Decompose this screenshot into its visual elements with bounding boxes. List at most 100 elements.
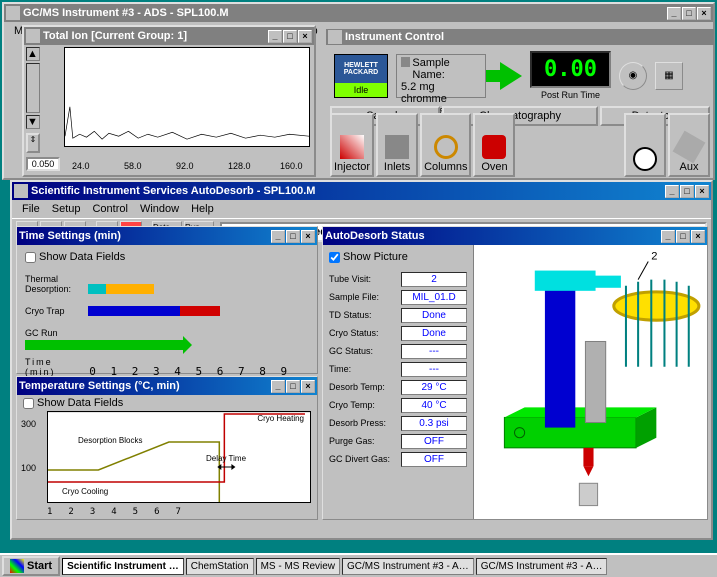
show-data-fields-label: Show Data Fields <box>39 251 125 263</box>
bar-td-1 <box>88 284 106 294</box>
maximize-button[interactable]: □ <box>283 30 297 43</box>
menu-file[interactable]: File <box>16 201 46 217</box>
temp-plot[interactable]: Desorption Blocks Cryo Cooling Cryo Heat… <box>47 411 311 503</box>
inlets-button[interactable]: Inlets <box>376 113 418 177</box>
menu-window[interactable]: Window <box>134 201 185 217</box>
sis-menubar: File Setup Control Window Help <box>12 200 711 218</box>
show-data-fields-label: Show Data Fields <box>37 397 123 409</box>
ms-button[interactable]: ▦ <box>655 62 683 90</box>
task-3[interactable]: GC/MS Instrument #3 - A… <box>342 558 474 575</box>
inlets-label: Inlets <box>384 161 410 173</box>
oven-button[interactable]: Oven <box>473 113 515 177</box>
ytick-300: 300 <box>21 419 36 429</box>
injector-label: Injector <box>334 161 370 173</box>
minimize-button[interactable]: _ <box>665 185 679 198</box>
show-data-fields-checkbox[interactable]: Show Data Fields <box>25 251 125 263</box>
row-label-1: Cryo Trap <box>25 306 85 316</box>
hp-idle-status: Idle <box>335 83 387 97</box>
gcms-titlebar[interactable]: GC/MS Instrument #3 - ADS - SPL100.M _ □… <box>4 4 713 22</box>
close-button[interactable]: × <box>697 7 711 20</box>
hp-logo: HEWLETT PACKARD <box>335 55 387 83</box>
scrollbar-track[interactable] <box>26 63 40 113</box>
maximize-button[interactable]: □ <box>680 185 694 198</box>
columns-icon <box>434 135 458 159</box>
total-ion-window: Total Ion [Current Group: 1] _ □ × ▲ ▼ ⇕… <box>22 25 316 177</box>
minimize-button[interactable]: _ <box>271 230 285 243</box>
sis-titlebar[interactable]: Scientific Instrument Services AutoDesor… <box>12 182 711 200</box>
maximize-button[interactable]: □ <box>286 230 300 243</box>
fld-lbl-10: GC Divert Gas: <box>329 454 401 464</box>
bar-td-2 <box>106 284 154 294</box>
totalio-titlebar[interactable]: Total Ion [Current Group: 1] _ □ × <box>24 27 314 45</box>
gauge-icon <box>633 147 657 171</box>
round-button-1[interactable]: ◉ <box>619 62 647 90</box>
fld-val-0: 2 <box>401 272 467 287</box>
columns-label: Columns <box>424 161 467 173</box>
fld-val-4: --- <box>401 344 467 359</box>
minimize-button[interactable]: _ <box>667 7 681 20</box>
temp-x-ticks: 1234567 <box>47 507 311 517</box>
fld-val-1: MIL_01.D <box>401 290 467 305</box>
time-titlebar[interactable]: Time Settings (min) _ □ × <box>17 227 317 245</box>
scroll-up[interactable]: ▲ <box>26 47 40 61</box>
close-button[interactable]: × <box>301 380 315 393</box>
maximize-button[interactable]: □ <box>676 230 690 243</box>
bar-cryo-2 <box>180 306 220 316</box>
aux-button[interactable]: Aux <box>668 113 710 177</box>
fld-val-10: OFF <box>401 452 467 467</box>
gcms-title: GC/MS Instrument #3 - ADS - SPL100.M <box>23 7 229 19</box>
fld-lbl-0: Tube Visit: <box>329 274 401 284</box>
task-2[interactable]: MS - MS Review <box>256 558 340 575</box>
minimize-button[interactable]: _ <box>661 230 675 243</box>
time-axis-label: Time (min) <box>25 357 85 377</box>
fld-lbl-7: Cryo Temp: <box>329 400 401 410</box>
menu-control[interactable]: Control <box>86 201 133 217</box>
minimize-button[interactable]: _ <box>271 380 285 393</box>
time-title: Time Settings (min) <box>19 230 121 242</box>
x-start-box[interactable]: 0.050 <box>26 157 60 171</box>
menu-help[interactable]: Help <box>185 201 220 217</box>
temperature-settings-window: Temperature Settings (°C, min) _ □ × Sho… <box>16 376 318 520</box>
minimize-button[interactable]: _ <box>268 30 282 43</box>
beaker-icon <box>328 30 342 44</box>
ytick-100: 100 <box>21 463 36 473</box>
row-label-0: Thermal Desorption: <box>25 274 85 294</box>
fld-val-7: 40 °C <box>401 398 467 413</box>
label-cryo-heat: Cryo Heating <box>257 414 304 423</box>
fld-val-2: Done <box>401 308 467 323</box>
instctrl-title: Instrument Control <box>345 31 444 43</box>
disk-icon <box>401 57 410 67</box>
scroll-down[interactable]: ▼ <box>26 115 40 129</box>
temp-titlebar[interactable]: Temperature Settings (°C, min) _ □ × <box>17 377 317 395</box>
totalio-plot[interactable] <box>64 47 310 147</box>
status-titlebar[interactable]: AutoDesorb Status _ □ × <box>323 227 707 245</box>
xtick-0: 24.0 <box>72 161 90 171</box>
injector-button[interactable]: Injector <box>330 113 374 177</box>
task-4[interactable]: GC/MS Instrument #3 - A… <box>476 558 608 575</box>
task-0[interactable]: Scientific Instrument … <box>62 558 184 575</box>
sis-icon <box>14 184 28 198</box>
show-picture-checkbox[interactable]: Show Picture <box>329 251 408 263</box>
run-time-display: 0.00 <box>530 51 611 88</box>
start-button[interactable]: Start <box>2 556 60 576</box>
fld-lbl-8: Desorb Press: <box>329 418 401 428</box>
instctrl-titlebar[interactable]: Instrument Control <box>326 29 714 45</box>
task-1[interactable]: ChemStation <box>186 558 254 575</box>
close-button[interactable]: × <box>298 30 312 43</box>
show-data-fields-checkbox[interactable]: Show Data Fields <box>23 397 123 409</box>
fld-val-5: --- <box>401 362 467 377</box>
close-button[interactable]: × <box>691 230 705 243</box>
aux-label: Aux <box>680 161 699 173</box>
maximize-button[interactable]: □ <box>286 380 300 393</box>
fld-val-3: Done <box>401 326 467 341</box>
maximize-button[interactable]: □ <box>682 7 696 20</box>
fld-val-9: OFF <box>401 434 467 449</box>
scale-button[interactable]: ⇕ <box>26 133 40 153</box>
fld-lbl-6: Desorb Temp: <box>329 382 401 392</box>
menu-setup[interactable]: Setup <box>46 201 87 217</box>
close-button[interactable]: × <box>695 185 709 198</box>
gauge-button[interactable] <box>624 113 666 177</box>
status-title: AutoDesorb Status <box>325 230 425 242</box>
columns-button[interactable]: Columns <box>420 113 471 177</box>
close-button[interactable]: × <box>301 230 315 243</box>
